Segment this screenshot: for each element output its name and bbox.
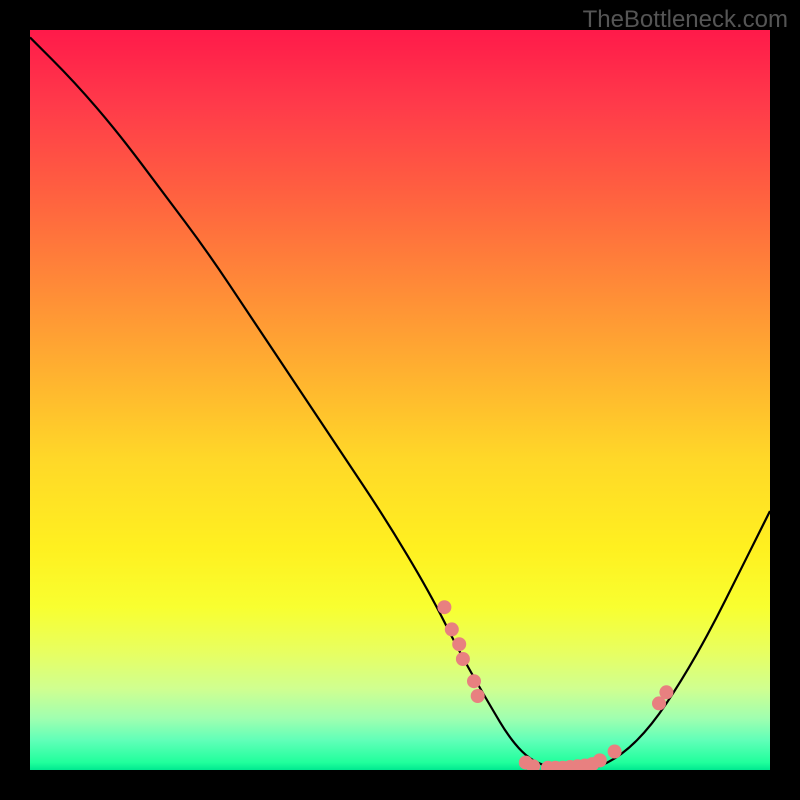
data-point xyxy=(456,652,470,666)
bottleneck-curve xyxy=(30,37,770,770)
data-point xyxy=(593,753,607,767)
data-point xyxy=(445,622,459,636)
data-point xyxy=(437,600,451,614)
data-point xyxy=(467,674,481,688)
data-point xyxy=(608,745,622,759)
data-point xyxy=(471,689,485,703)
chart-container xyxy=(30,30,770,770)
watermark-text: TheBottleneck.com xyxy=(583,6,788,34)
chart-svg xyxy=(30,30,770,770)
data-point xyxy=(452,637,466,651)
data-point xyxy=(659,685,673,699)
data-points-group xyxy=(437,600,673,770)
